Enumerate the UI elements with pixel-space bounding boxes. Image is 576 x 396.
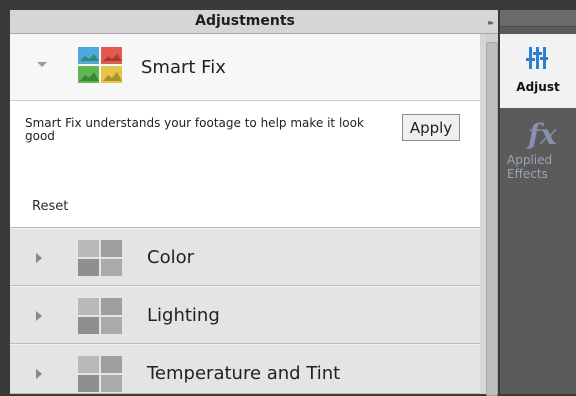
- adjust-sliders-icon: [526, 47, 548, 69]
- section-color[interactable]: Color: [10, 228, 480, 286]
- temperature-thumbnail-icon: [78, 356, 122, 392]
- adjust-label: Adjust: [516, 80, 560, 94]
- panel-title: Adjustments: [195, 13, 295, 29]
- sidebar-top-bar: [500, 10, 576, 27]
- disclosure-expanded-icon[interactable]: [37, 62, 47, 67]
- section-label: Temperature and Tint: [147, 363, 341, 384]
- collapse-panel-icon[interactable]: ▸▸: [488, 18, 494, 27]
- reset-button[interactable]: Reset: [32, 199, 68, 214]
- panel-content: Smart Fix Smart Fix understands your foo…: [10, 34, 480, 394]
- expand-arrow-icon[interactable]: [36, 253, 42, 263]
- smart-fix-thumbnail-icon: [78, 47, 122, 83]
- sidebar-adjust-tab[interactable]: Adjust: [500, 34, 576, 108]
- smart-fix-header[interactable]: Smart Fix: [10, 34, 480, 101]
- color-thumbnail-icon: [78, 240, 122, 276]
- smart-fix-body: Smart Fix understands your footage to he…: [10, 101, 480, 228]
- adjustments-panel: Adjustments ▸▸ Smart Fix Smart Fix under…: [10, 10, 498, 396]
- lighting-thumbnail-icon: [78, 298, 122, 334]
- expand-arrow-icon[interactable]: [36, 369, 42, 379]
- section-temperature-and-tint[interactable]: Temperature and Tint: [10, 344, 480, 394]
- smart-fix-title: Smart Fix: [141, 57, 226, 78]
- smart-fix-description: Smart Fix understands your footage to he…: [25, 116, 364, 143]
- section-lighting[interactable]: Lighting: [10, 286, 480, 344]
- scrollbar[interactable]: [486, 34, 498, 396]
- applied-effects-label: Applied Effects: [507, 153, 553, 181]
- scrollbar-thumb[interactable]: [486, 42, 498, 396]
- expand-arrow-icon[interactable]: [36, 311, 42, 321]
- section-label: Color: [147, 247, 194, 268]
- fx-icon: fx: [528, 118, 557, 151]
- section-label: Lighting: [147, 305, 220, 326]
- right-sidebar: Adjust fx Applied Effects: [500, 10, 576, 394]
- panel-header: Adjustments ▸▸: [10, 10, 498, 34]
- apply-button[interactable]: Apply: [402, 114, 460, 141]
